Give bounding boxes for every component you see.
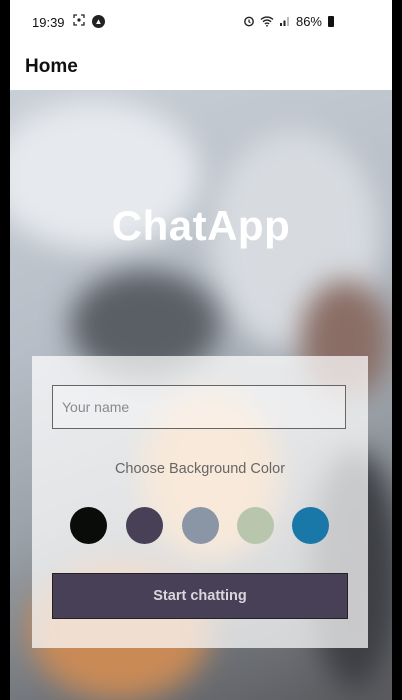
status-bar: 19:39 ▲ 86% — [10, 0, 392, 44]
app-notification-icon: ▲ — [92, 14, 105, 28]
color-swatch-0[interactable] — [70, 507, 107, 544]
screenshot-icon — [72, 14, 86, 28]
app-bar: Home — [10, 44, 392, 90]
color-swatch-1[interactable] — [126, 507, 163, 544]
phone-screen: 19:39 ▲ 86% Home ChatApp Your name Choos… — [10, 0, 392, 700]
battery-icon — [328, 16, 334, 27]
choose-color-label: Choose Background Color — [114, 461, 286, 477]
status-right-icons: 86% — [242, 14, 334, 29]
color-swatch-row — [32, 507, 368, 545]
color-swatch-4[interactable] — [292, 507, 329, 544]
signal-icon — [278, 15, 292, 29]
name-input[interactable] — [52, 385, 346, 429]
status-time: 19:39 — [32, 15, 65, 30]
wifi-icon — [260, 15, 274, 29]
battery-percent: 86% — [295, 14, 322, 29]
alarm-icon — [242, 15, 256, 29]
login-panel: Choose Background Color Start chatting — [32, 356, 368, 648]
app-title: ChatApp — [111, 202, 291, 249]
status-left-icons: ▲ — [72, 14, 105, 28]
color-swatch-3[interactable] — [237, 507, 274, 544]
background-image: ChatApp Choose Background Color Start ch… — [10, 90, 392, 700]
app-bar-title: Home — [25, 56, 78, 77]
start-chatting-button[interactable]: Start chatting — [52, 573, 348, 619]
color-swatch-2[interactable] — [182, 507, 219, 544]
